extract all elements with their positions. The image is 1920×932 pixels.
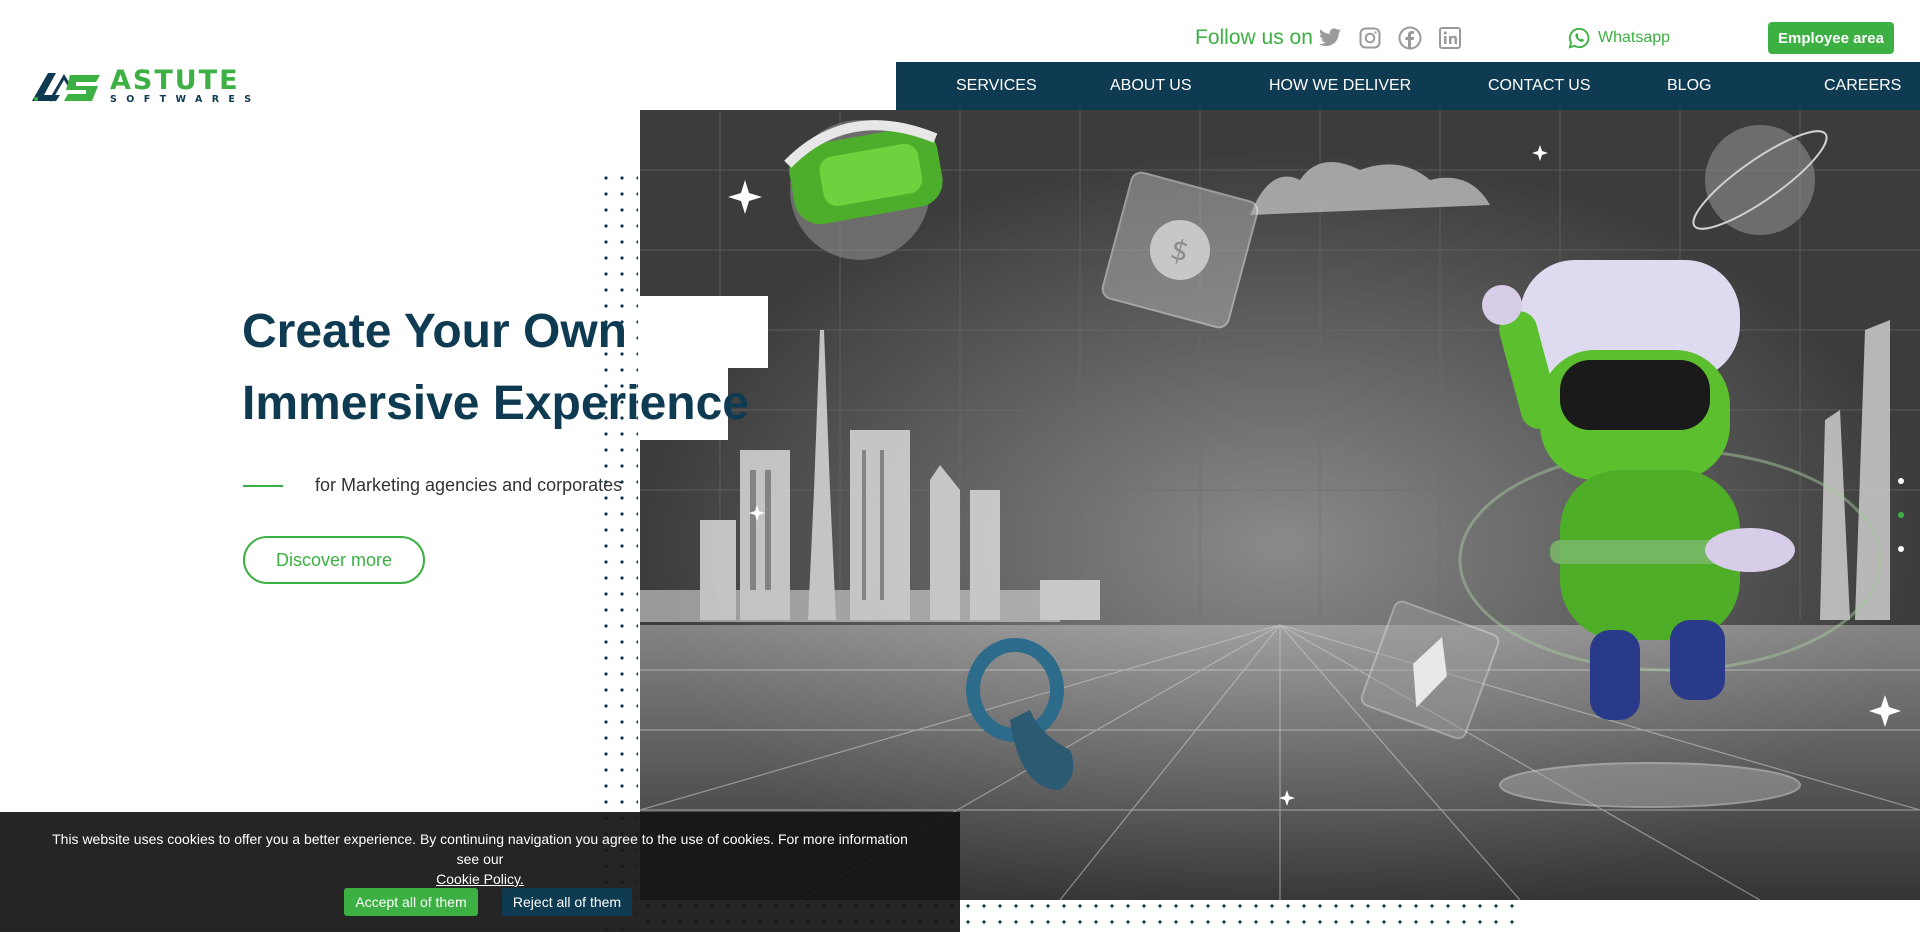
title-backdrop xyxy=(640,296,768,368)
employee-area-button[interactable]: Employee area xyxy=(1768,22,1894,54)
nav-blog[interactable]: BLOG xyxy=(1667,77,1711,95)
hero-subtitle: for Marketing agencies and corporates xyxy=(315,475,623,495)
cookie-message-block: This website uses cookies to offer you a… xyxy=(40,829,920,889)
slide-pagination xyxy=(1898,478,1908,580)
logo-mark-icon xyxy=(32,73,100,102)
accept-cookies-button[interactable]: Accept all of them xyxy=(344,888,478,916)
slide-dot[interactable] xyxy=(1898,478,1904,484)
main-navigation: SERVICES ABOUT US HOW WE DELIVER CONTACT… xyxy=(896,62,1920,110)
nav-services[interactable]: SERVICES xyxy=(956,77,1037,95)
whatsapp-link[interactable]: Whatsapp xyxy=(1568,27,1670,49)
follow-us-label: Follow us on xyxy=(1195,26,1313,49)
whatsapp-label: Whatsapp xyxy=(1598,29,1671,46)
slide-dot-active[interactable] xyxy=(1898,512,1904,518)
page: ASTUTE SOFTWARES Follow us on Whatsapp E… xyxy=(0,0,1920,932)
nav-how-we-deliver[interactable]: HOW WE DELIVER xyxy=(1269,77,1411,95)
nav-careers[interactable]: CAREERS xyxy=(1824,77,1901,95)
logo-tagline: SOFTWARES xyxy=(110,94,261,106)
discover-more-button[interactable]: Discover more xyxy=(243,536,425,584)
logo[interactable]: ASTUTE SOFTWARES xyxy=(30,66,270,106)
hero-image: $ xyxy=(640,110,1920,900)
cookie-banner: This website uses cookies to offer you a… xyxy=(0,812,960,932)
vr-robot-city-illustration: $ xyxy=(640,110,1920,900)
hero-title-line1: Create Your Own xyxy=(242,305,627,358)
cookie-message: This website uses cookies to offer you a… xyxy=(52,831,908,867)
logo-wordmark: ASTUTE xyxy=(110,65,240,97)
instagram-icon[interactable] xyxy=(1358,26,1382,50)
slide-dot[interactable] xyxy=(1898,546,1904,552)
cookie-policy-link[interactable]: Cookie Policy. xyxy=(40,869,920,889)
linkedin-icon[interactable] xyxy=(1438,26,1462,50)
nav-about-us[interactable]: ABOUT US xyxy=(1110,77,1192,95)
facebook-icon[interactable] xyxy=(1398,26,1422,50)
subtitle-divider xyxy=(243,485,283,487)
twitter-icon[interactable] xyxy=(1318,26,1342,50)
reject-cookies-button[interactable]: Reject all of them xyxy=(502,888,632,916)
nav-contact-us[interactable]: CONTACT US xyxy=(1488,77,1591,95)
whatsapp-icon xyxy=(1568,27,1590,49)
hero-title-line2: Immersive Experience xyxy=(242,377,749,430)
